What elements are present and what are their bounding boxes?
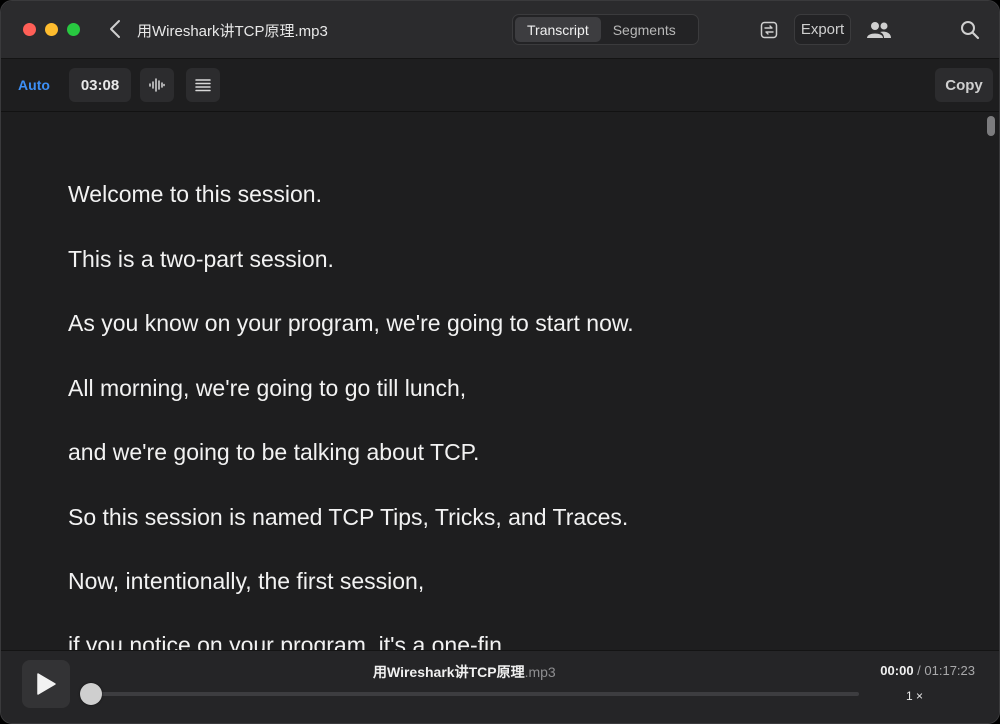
play-button[interactable] [22, 660, 70, 708]
transcript-line[interactable]: So this session is named TCP Tips, Trick… [68, 504, 628, 531]
track-extension: .mp3 [524, 664, 556, 680]
waveform-button[interactable] [140, 68, 174, 102]
transcript-line[interactable]: As you know on your program, we're going… [68, 310, 634, 337]
playback-speed[interactable]: 1 × [906, 689, 923, 703]
app-window: 用Wireshark讲TCP原理.mp3 Transcript Segments… [0, 0, 1000, 724]
list-icon [195, 79, 211, 92]
people-icon [867, 22, 891, 38]
back-button[interactable] [105, 18, 125, 40]
play-icon [37, 673, 56, 695]
speakers-button[interactable] [866, 17, 892, 43]
scrollbar-thumb[interactable] [987, 116, 995, 136]
transcript-toolbar: Auto 03:08 Copy [1, 59, 999, 112]
list-view-button[interactable] [186, 68, 220, 102]
waveform-icon [149, 78, 165, 92]
export-button[interactable]: Export [794, 14, 851, 45]
current-time-button[interactable]: 03:08 [69, 68, 131, 102]
back-chevron-icon [110, 20, 120, 38]
tab-segments[interactable]: Segments [601, 17, 688, 42]
title-bar: 用Wireshark讲TCP原理.mp3 Transcript Segments… [1, 1, 999, 59]
window-title: 用Wireshark讲TCP原理.mp3 [137, 23, 328, 40]
search-button[interactable] [957, 17, 983, 43]
minimize-window-button[interactable] [45, 23, 58, 36]
zoom-window-button[interactable] [67, 23, 80, 36]
progress-track[interactable] [91, 692, 859, 696]
time-separator: / [913, 663, 925, 678]
sync-button[interactable] [756, 17, 782, 43]
search-icon [961, 21, 980, 40]
total-time: 01:17:23 [924, 663, 975, 678]
transcript-area[interactable]: Welcome to this session. This is a two-p… [1, 112, 985, 652]
transcript-line[interactable]: This is a two-part session. [68, 246, 334, 273]
view-tabs: Transcript Segments [512, 14, 699, 45]
audio-player: 用Wireshark讲TCP原理.mp3 00:00 / 01:17:23 1 … [1, 650, 999, 723]
track-name: 用Wireshark讲TCP原理 [373, 664, 525, 680]
track-title: 用Wireshark讲TCP原理.mp3 [373, 662, 556, 682]
tab-transcript[interactable]: Transcript [515, 17, 601, 42]
copy-button[interactable]: Copy [935, 68, 993, 102]
close-window-button[interactable] [23, 23, 36, 36]
time-display: 00:00 / 01:17:23 [880, 663, 975, 678]
auto-scroll-button[interactable]: Auto [9, 68, 59, 102]
current-time: 00:00 [880, 663, 914, 678]
sync-icon [760, 21, 778, 39]
progress-knob[interactable] [80, 683, 102, 705]
transcript-line[interactable]: Welcome to this session. [68, 181, 322, 208]
transcript-line[interactable]: Now, intentionally, the first session, [68, 568, 424, 595]
transcript-line[interactable]: and we're going to be talking about TCP. [68, 439, 479, 466]
transcript-scrollbar[interactable] [983, 112, 999, 652]
transcript-line[interactable]: if you notice on your program, it's a on… [68, 632, 502, 652]
transcript-line[interactable]: All morning, we're going to go till lunc… [68, 375, 466, 402]
